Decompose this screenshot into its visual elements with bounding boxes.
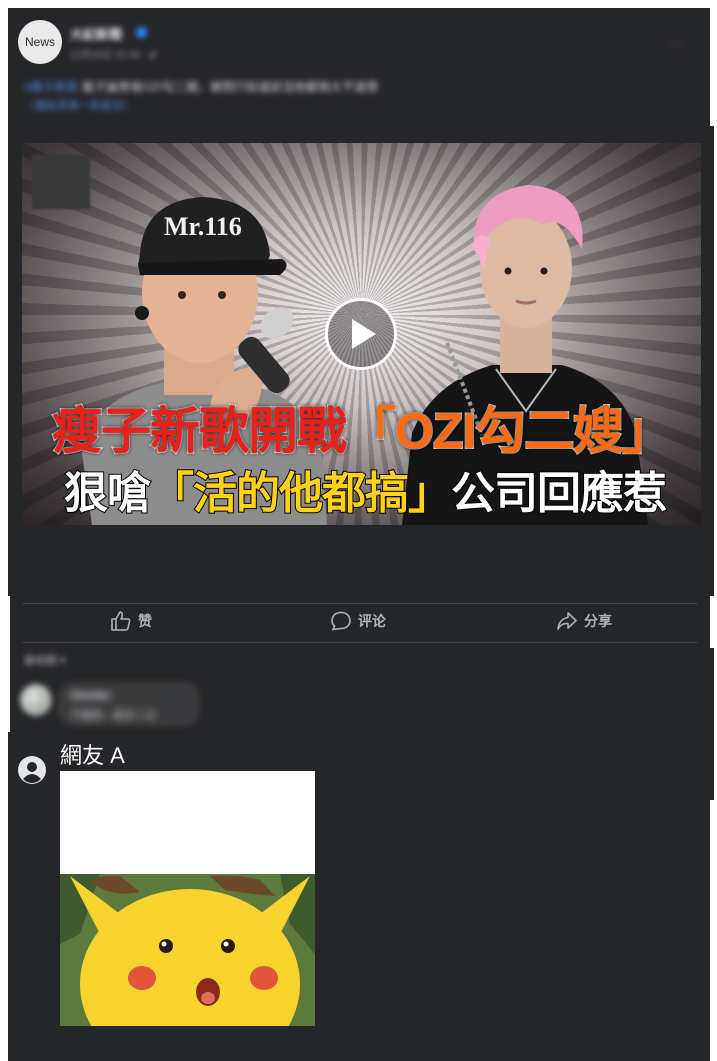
- video-headline-line2: 狠嗆「活的他都搞」公司回應惹: [63, 457, 668, 521]
- comment-sort-dropdown[interactable]: 最相關 ▾: [24, 652, 66, 668]
- post-link[interactable]: （連結見第一則留言）: [24, 97, 134, 113]
- post-text: #瘦子新歌 瘦子論男嗆OZI勾二嫂，被問只知道該活他都搞大不道德: [24, 78, 378, 95]
- page-avatar[interactable]: News: [18, 20, 62, 64]
- user-avatar-icon[interactable]: [18, 756, 46, 784]
- surprised-pikachu-image: [60, 874, 315, 1026]
- thumbs-up-icon: [111, 611, 131, 631]
- page-name[interactable]: 大紀新聞: [70, 24, 122, 43]
- video-play-button[interactable]: [325, 298, 397, 370]
- divider-top: [22, 603, 698, 604]
- play-icon: [352, 319, 376, 349]
- comment-text: 不確係 · 更多二丈: [70, 710, 157, 722]
- meme-image[interactable]: [60, 771, 315, 1026]
- share-label: 分享: [584, 613, 612, 629]
- comment-button[interactable]: 评论: [330, 611, 386, 631]
- share-button[interactable]: 分享: [556, 611, 612, 631]
- reply-author-name[interactable]: 網友 A: [60, 738, 125, 770]
- comment-bubble-icon: [331, 611, 351, 631]
- share-arrow-icon: [557, 612, 577, 630]
- post-body: 瘦子論男嗆OZI勾二嫂，被問只知道該活他都搞大不道德: [82, 80, 379, 94]
- commenter-name[interactable]: Shmiter: [70, 690, 111, 702]
- like-label: 赞: [138, 613, 152, 629]
- headline-yellow-text: 「活的他都搞」: [149, 468, 453, 519]
- headline-white-text-b: 公司回應惹: [450, 468, 668, 519]
- commenter-avatar[interactable]: [20, 684, 52, 716]
- verified-badge-icon: [136, 27, 147, 38]
- cap-text: Mr.116: [164, 212, 242, 241]
- page-avatar-label: News: [24, 35, 55, 49]
- headline-orange-text: 「OZI勾二嫂」: [345, 402, 673, 460]
- like-button[interactable]: 赞: [110, 611, 152, 631]
- headline-red-text: 瘦子新歌開戰: [51, 402, 348, 460]
- video-thumbnail[interactable]: Mr.116 瘦子新歌開戰「OZI勾二嫂」 狠嗆「活的他都搞」公司回應惹: [22, 143, 701, 525]
- post-hashtag[interactable]: #瘦子新歌: [24, 80, 79, 94]
- meme-white-area: [60, 771, 315, 874]
- more-options-button[interactable]: ···: [668, 36, 687, 54]
- video-headline-line1: 瘦子新歌開戰「OZI勾二嫂」: [51, 391, 673, 463]
- comment-label: 评论: [358, 613, 386, 629]
- divider-bottom: [22, 642, 698, 643]
- headline-white-text-a: 狠嗆: [63, 468, 152, 519]
- pikachu-illustration: [60, 874, 315, 1026]
- post-meta: 12月28日 21:40 · ⊕: [70, 50, 158, 61]
